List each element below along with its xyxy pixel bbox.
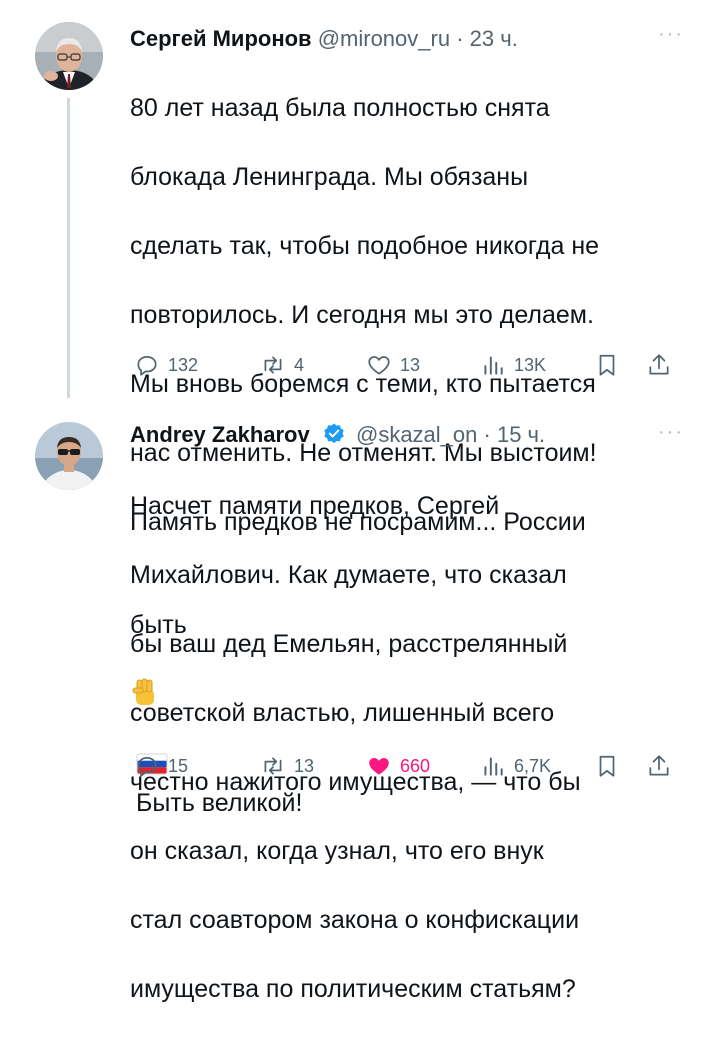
action-bar: 132 4 13 13K	[126, 350, 710, 380]
like-button[interactable]: 13	[366, 350, 420, 380]
author-handle[interactable]: @skazal_on	[356, 422, 477, 447]
reply-button[interactable]: 132	[134, 350, 198, 380]
views-button[interactable]: 6,7K	[480, 751, 551, 781]
avatar[interactable]	[35, 22, 103, 90]
like-count: 13	[400, 355, 421, 375]
share-button[interactable]	[646, 751, 672, 781]
text-line: имущества по политическим статьям?	[130, 974, 576, 1003]
author-handle[interactable]: @mironov_ru	[318, 26, 450, 51]
share-button[interactable]	[646, 350, 672, 380]
share-icon	[649, 755, 669, 776]
repost-icon	[264, 356, 282, 374]
tweet-zakharov[interactable]: Andrey Zakharov @skazal_on · 15 ч. ··· Н…	[0, 398, 710, 1003]
view-count: 13K	[514, 355, 547, 375]
repost-button[interactable]: 13	[260, 751, 314, 781]
text-line: он сказал, когда узнал, что его внук	[130, 836, 544, 865]
reply-icon	[137, 356, 157, 376]
separator-dot: ·	[483, 422, 491, 447]
view-count: 6,7K	[514, 756, 552, 776]
bookmark-button[interactable]	[594, 350, 620, 380]
verified-badge-icon[interactable]	[322, 422, 346, 446]
repost-count: 13	[294, 756, 315, 776]
like-count: 660	[400, 756, 431, 776]
tweet-mironov[interactable]: Сергей Миронов @mironov_ru · 23 ч. ··· 8…	[0, 0, 710, 817]
reply-icon	[137, 757, 157, 777]
bookmark-icon	[599, 354, 615, 376]
heart-filled-icon	[369, 757, 389, 775]
text-line: советской властью, лишенный всего	[130, 698, 555, 727]
action-bar: 15 13 660 6,7K	[126, 751, 710, 781]
thread-connector-line	[67, 98, 70, 398]
reply-count: 132	[168, 355, 199, 375]
tweet-time[interactable]: 23 ч.	[470, 26, 518, 51]
tweet-header: Сергей Миронов @mironov_ru · 23 ч.	[130, 24, 690, 54]
tweet-time[interactable]: 15 ч.	[497, 422, 545, 447]
views-icon	[484, 356, 503, 375]
avatar[interactable]	[35, 422, 103, 490]
text-line: повторилось. И сегодня мы это делаем.	[130, 300, 594, 329]
text-line: Насчет памяти предков, Сергей	[130, 491, 500, 520]
text-line: 80 лет назад была полностью снята	[130, 93, 550, 122]
tweet-header: Andrey Zakharov @skazal_on · 15 ч.	[130, 420, 690, 450]
text-line: стал соавтором закона о конфискации	[130, 905, 580, 934]
views-icon	[484, 757, 503, 776]
reply-button[interactable]: 15	[134, 751, 188, 781]
bookmark-icon	[599, 755, 615, 777]
views-button[interactable]: 13K	[480, 350, 546, 380]
text-line: бы ваш дед Емельян, расстрелянный	[130, 629, 568, 658]
bookmark-button[interactable]	[594, 751, 620, 781]
repost-button[interactable]: 4	[260, 350, 304, 380]
repost-icon	[264, 757, 282, 775]
text-line: сделать так, чтобы подобное никогда не	[130, 231, 600, 260]
author-name[interactable]: Andrey Zakharov	[130, 422, 310, 447]
author-name[interactable]: Сергей Миронов	[130, 26, 312, 51]
reply-count: 15	[168, 756, 189, 776]
text-line: блокада Ленинграда. Мы обязаны	[130, 162, 529, 191]
share-icon	[649, 354, 669, 375]
heart-icon	[368, 356, 390, 375]
repost-count: 4	[294, 355, 305, 375]
tweet-text: Насчет памяти предков, Сергей Михайлович…	[130, 454, 690, 1041]
text-line: Михайлович. Как думаете, что сказал	[130, 560, 567, 589]
more-options-icon[interactable]: ···	[658, 422, 684, 442]
more-options-icon[interactable]: ···	[658, 24, 684, 44]
like-button[interactable]: 660	[366, 751, 430, 781]
separator-dot: ·	[456, 26, 464, 51]
